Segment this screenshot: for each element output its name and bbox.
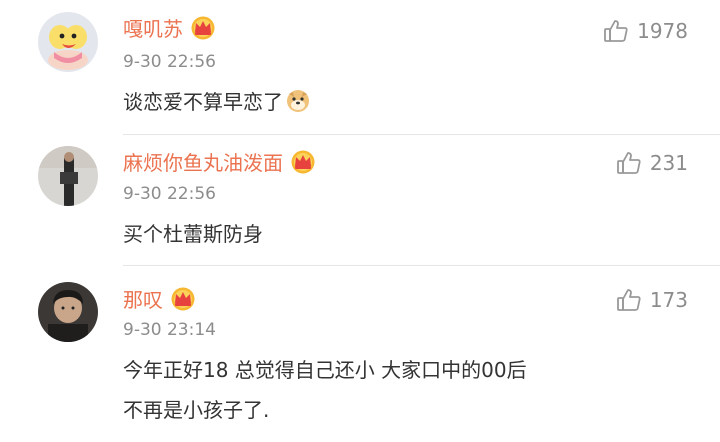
comment-time: 9-30 23:14 xyxy=(123,320,216,340)
comment-text: 今年正好18 总觉得自己还小 大家口中的00后 xyxy=(123,358,527,382)
comment-item: 那叹 9-30 23:14 今年正好18 总觉得自己还小 大家口中的00后 不再… xyxy=(0,0,720,442)
avatar[interactable] xyxy=(38,282,98,342)
like-button[interactable]: 173 xyxy=(616,287,688,313)
comment-text-line-2: 不再是小孩子了. xyxy=(123,398,270,422)
person-photo-avatar-icon xyxy=(38,282,98,342)
like-count: 173 xyxy=(649,288,688,312)
vip-crown-icon xyxy=(169,287,197,311)
username[interactable]: 那叹 xyxy=(123,287,197,312)
thumbs-up-icon xyxy=(616,287,642,313)
comment-feed: 嘎叽苏 9-30 22:56 谈恋爱不算早恋了 1978 麻烦你鱼丸油泼面 9-… xyxy=(0,0,720,442)
